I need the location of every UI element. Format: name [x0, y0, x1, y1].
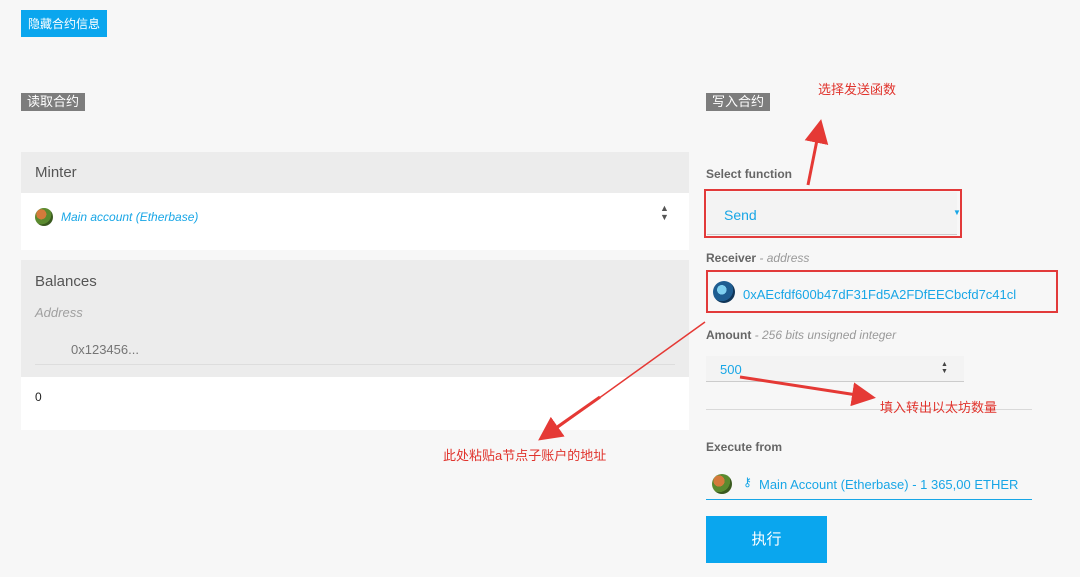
arrow-to-amount-label [739, 375, 876, 407]
arrow-to-paste-label [538, 395, 601, 441]
annotation-arrows [538, 119, 876, 441]
arrow-to-select-label [804, 119, 829, 186]
